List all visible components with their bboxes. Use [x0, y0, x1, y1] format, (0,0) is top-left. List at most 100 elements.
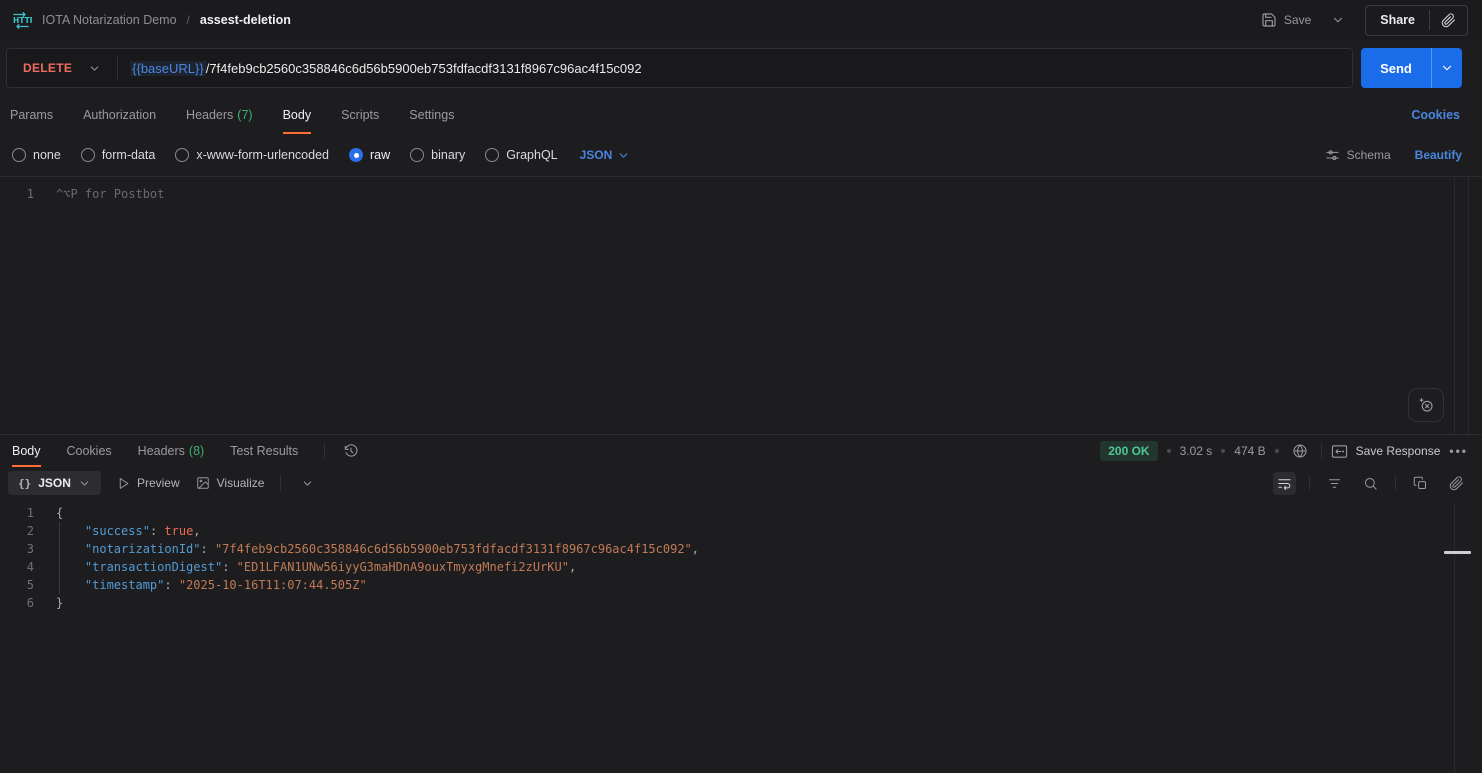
code-content: "timestamp": "2025-10-16T11:07:44.505Z": [34, 576, 367, 594]
chevron-down-icon: [1331, 13, 1345, 27]
breadcrumb-collection[interactable]: IOTA Notarization Demo: [42, 13, 177, 27]
line-number: 1: [0, 185, 34, 203]
icons-divider: [1395, 476, 1396, 490]
code-content: "transactionDigest": "ED1LFAN1UNw56iyyG3…: [34, 558, 576, 576]
wrap-lines-button[interactable]: [1273, 472, 1296, 495]
code-line: 1{: [0, 504, 1482, 522]
tab-settings[interactable]: Settings: [409, 96, 454, 134]
line-number: 5: [0, 576, 34, 594]
response-time[interactable]: 3.02 s: [1180, 444, 1213, 458]
save-response-button[interactable]: Save Response: [1331, 444, 1441, 459]
response-status-bar: 200 OK 3.02 s 474 B: [1100, 439, 1468, 463]
chevron-down-icon: [617, 149, 630, 162]
body-type-none[interactable]: none: [12, 148, 61, 162]
tab-body[interactable]: Body: [283, 96, 312, 134]
chevron-down-icon: [78, 477, 91, 490]
body-type-row: none form-data x-www-form-urlencoded raw…: [0, 134, 1482, 176]
dot-separator: [1167, 449, 1171, 453]
share-group: Share: [1365, 5, 1468, 36]
breadcrumb-separator: /: [187, 13, 190, 27]
tab-params[interactable]: Params: [10, 96, 53, 134]
body-type-raw[interactable]: raw: [349, 148, 390, 162]
link-button[interactable]: [1445, 472, 1468, 495]
chevron-down-icon: [88, 62, 101, 75]
beautify-button[interactable]: Beautify: [1415, 148, 1462, 162]
url-path: /7f4feb9cb2560c358846c6d56b5900eb753fdfa…: [206, 61, 642, 76]
send-options-button[interactable]: [1431, 48, 1462, 88]
dot-separator: [1275, 449, 1279, 453]
body-type-form-data[interactable]: form-data: [81, 148, 156, 162]
response-size[interactable]: 474 B: [1234, 444, 1265, 458]
icons-divider: [1309, 476, 1310, 490]
url-input[interactable]: {{baseURL}}/7f4feb9cb2560c358846c6d56b59…: [118, 61, 641, 76]
tabs-divider: [324, 443, 325, 459]
wrap-text-icon: [1277, 476, 1292, 491]
request-row: DELETE {{baseURL}}/7f4feb9cb2560c358846c…: [0, 40, 1482, 96]
method-select[interactable]: DELETE: [7, 61, 117, 75]
postbot-hint: ^⌥P for Postbot: [34, 185, 164, 203]
send-button[interactable]: Send: [1361, 48, 1431, 88]
copy-button[interactable]: [1409, 472, 1432, 495]
cookies-link[interactable]: Cookies: [1411, 108, 1460, 122]
response-history-button[interactable]: [343, 443, 359, 459]
line-number: 6: [0, 594, 34, 612]
tab-scripts[interactable]: Scripts: [341, 96, 379, 134]
status-badge[interactable]: 200 OK: [1100, 441, 1157, 461]
radio-checked-icon: [349, 148, 363, 162]
body-type-graphql[interactable]: GraphQL: [485, 148, 557, 162]
tab-headers[interactable]: Headers (7): [186, 96, 253, 134]
paperclip-icon: [1449, 476, 1464, 491]
response-toolbar-right: [1273, 472, 1468, 495]
copy-icon: [1413, 476, 1428, 491]
body-row-actions: Schema Beautify: [1325, 148, 1462, 163]
format-options-button[interactable]: [297, 473, 318, 494]
line-number: 1: [0, 504, 34, 522]
method-label: DELETE: [23, 61, 72, 75]
postbot-button[interactable]: [1408, 388, 1444, 422]
paperclip-icon: [1441, 13, 1456, 28]
topbar: HTTP IOTA Notarization Demo / assest-del…: [0, 0, 1482, 40]
network-info-button[interactable]: [1288, 439, 1312, 463]
response-section: Body Cookies Headers (8) Test Results 20…: [0, 434, 1482, 773]
breadcrumb-request-name[interactable]: assest-deletion: [200, 13, 291, 27]
search-icon: [1363, 476, 1378, 491]
radio-icon: [175, 148, 189, 162]
filter-button[interactable]: [1323, 472, 1346, 495]
tab-authorization[interactable]: Authorization: [83, 96, 156, 134]
editor-scrollbar[interactable]: [1454, 177, 1482, 434]
pane-resize-handle[interactable]: [1444, 551, 1471, 554]
breadcrumb: HTTP IOTA Notarization Demo / assest-del…: [10, 9, 291, 31]
body-type-urlencoded[interactable]: x-www-form-urlencoded: [175, 148, 329, 162]
more-options-button[interactable]: •••: [1449, 444, 1468, 458]
preview-button[interactable]: Preview: [117, 476, 180, 490]
response-format-select[interactable]: {} JSON: [8, 471, 101, 495]
history-clock-icon: [343, 443, 359, 459]
response-tab-test-results[interactable]: Test Results: [230, 435, 298, 467]
language-select[interactable]: JSON: [580, 148, 631, 162]
line-number: 4: [0, 558, 34, 576]
schema-button[interactable]: Schema: [1325, 148, 1391, 163]
response-tab-cookies[interactable]: Cookies: [67, 435, 112, 467]
code-content: {: [34, 504, 63, 522]
body-type-binary[interactable]: binary: [410, 148, 465, 162]
response-tab-headers[interactable]: Headers (8): [138, 435, 205, 467]
visualize-button[interactable]: Visualize: [196, 476, 265, 490]
radio-icon: [81, 148, 95, 162]
response-toolbar: {} JSON Preview Visualize: [0, 467, 1482, 499]
sliders-icon: [1325, 148, 1340, 163]
response-body-editor[interactable]: 1{2 "success": true,3 "notarizationId": …: [0, 499, 1482, 773]
response-tab-body[interactable]: Body: [12, 435, 41, 467]
share-button[interactable]: Share: [1366, 6, 1429, 34]
request-tabs: Params Authorization Headers (7) Body Sc…: [0, 96, 1482, 134]
save-options-button[interactable]: [1325, 7, 1351, 33]
copy-link-button[interactable]: [1430, 6, 1467, 35]
line-number: 3: [0, 540, 34, 558]
save-label: Save: [1284, 13, 1311, 27]
save-button[interactable]: Save: [1253, 6, 1319, 34]
code-content: }: [34, 594, 63, 612]
url-bar: DELETE {{baseURL}}/7f4feb9cb2560c358846c…: [6, 48, 1353, 88]
request-body-editor[interactable]: 1 ^⌥P for Postbot: [0, 176, 1482, 434]
status-divider: [1321, 443, 1322, 459]
code-content: "notarizationId": "7f4feb9cb2560c358846c…: [34, 540, 699, 558]
search-button[interactable]: [1359, 472, 1382, 495]
